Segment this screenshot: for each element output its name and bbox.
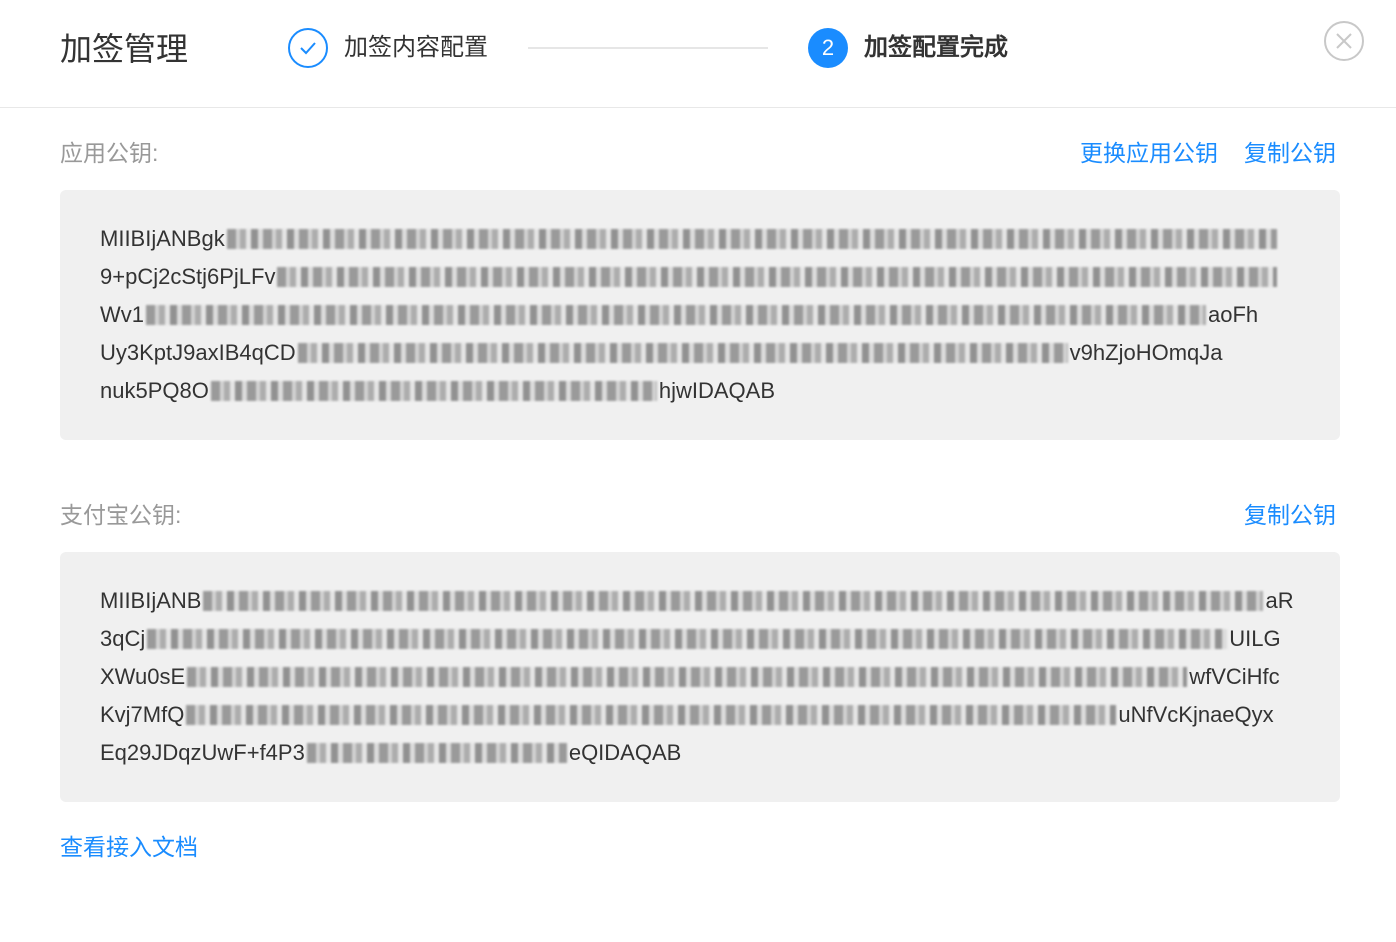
- key-line: nuk5PQ8O hjwIDAQAB: [100, 378, 775, 403]
- key-line: Kvj7MfQ uNfVcKjnaeQyx: [100, 702, 1274, 727]
- check-icon: [300, 42, 316, 55]
- step1-label: 加签内容配置: [344, 34, 488, 61]
- redacted-block: [203, 591, 1264, 611]
- redacted-block: [187, 667, 1188, 687]
- key-line: 9+pCj2cStj6PjLFv: [100, 258, 1300, 296]
- copy-app-key-link[interactable]: 复制公钥: [1244, 137, 1336, 169]
- key-line: Wv1 aoFh: [100, 302, 1259, 327]
- app-key-box: MIIBIjANBgk 9+pCj2cStj6PjLFv Wv1 aoFh Uy…: [60, 190, 1340, 440]
- dialog-header: 加签管理 加签内容配置 2 加签配置完成: [0, 0, 1396, 108]
- redacted-block: [146, 305, 1206, 325]
- change-app-key-link[interactable]: 更换应用公钥: [1080, 137, 1218, 169]
- key-line: XWu0sE wfVCiHfc: [100, 664, 1280, 689]
- copy-alipay-key-link[interactable]: 复制公钥: [1244, 499, 1336, 531]
- redacted-block: [226, 229, 1277, 249]
- redacted-block: [277, 267, 1278, 287]
- alipay-key-box: MIIBIjANB aR 3qCj UILG XWu0sE wfVCiHfc K…: [60, 552, 1340, 802]
- redacted-block: [186, 705, 1117, 725]
- redacted-block: [210, 381, 657, 401]
- step2-number-badge: 2: [808, 28, 848, 68]
- view-docs-link[interactable]: 查看接入文档: [60, 831, 198, 863]
- key-line: 3qCj UILG: [100, 626, 1281, 651]
- step-connector: [528, 47, 768, 49]
- redacted-block: [306, 743, 567, 763]
- key-line: Uy3KptJ9axIB4qCD v9hZjoHOmqJa: [100, 340, 1223, 365]
- key-line: MIIBIjANB aR: [100, 588, 1294, 613]
- step1-check-icon: [288, 28, 328, 68]
- key-line: Eq29JDqzUwF+f4P3 eQIDAQAB: [100, 740, 682, 765]
- alipay-key-label: 支付宝公钥:: [60, 502, 182, 528]
- step2-label: 加签配置完成: [864, 34, 1008, 61]
- close-button[interactable]: [1324, 21, 1364, 61]
- redacted-block: [297, 343, 1068, 363]
- close-icon: [1336, 33, 1352, 49]
- redacted-block: [147, 629, 1228, 649]
- app-key-label: 应用公钥:: [60, 140, 159, 166]
- key-line: MIIBIjANBgk: [100, 220, 1300, 258]
- dialog-title: 加签管理: [60, 31, 189, 67]
